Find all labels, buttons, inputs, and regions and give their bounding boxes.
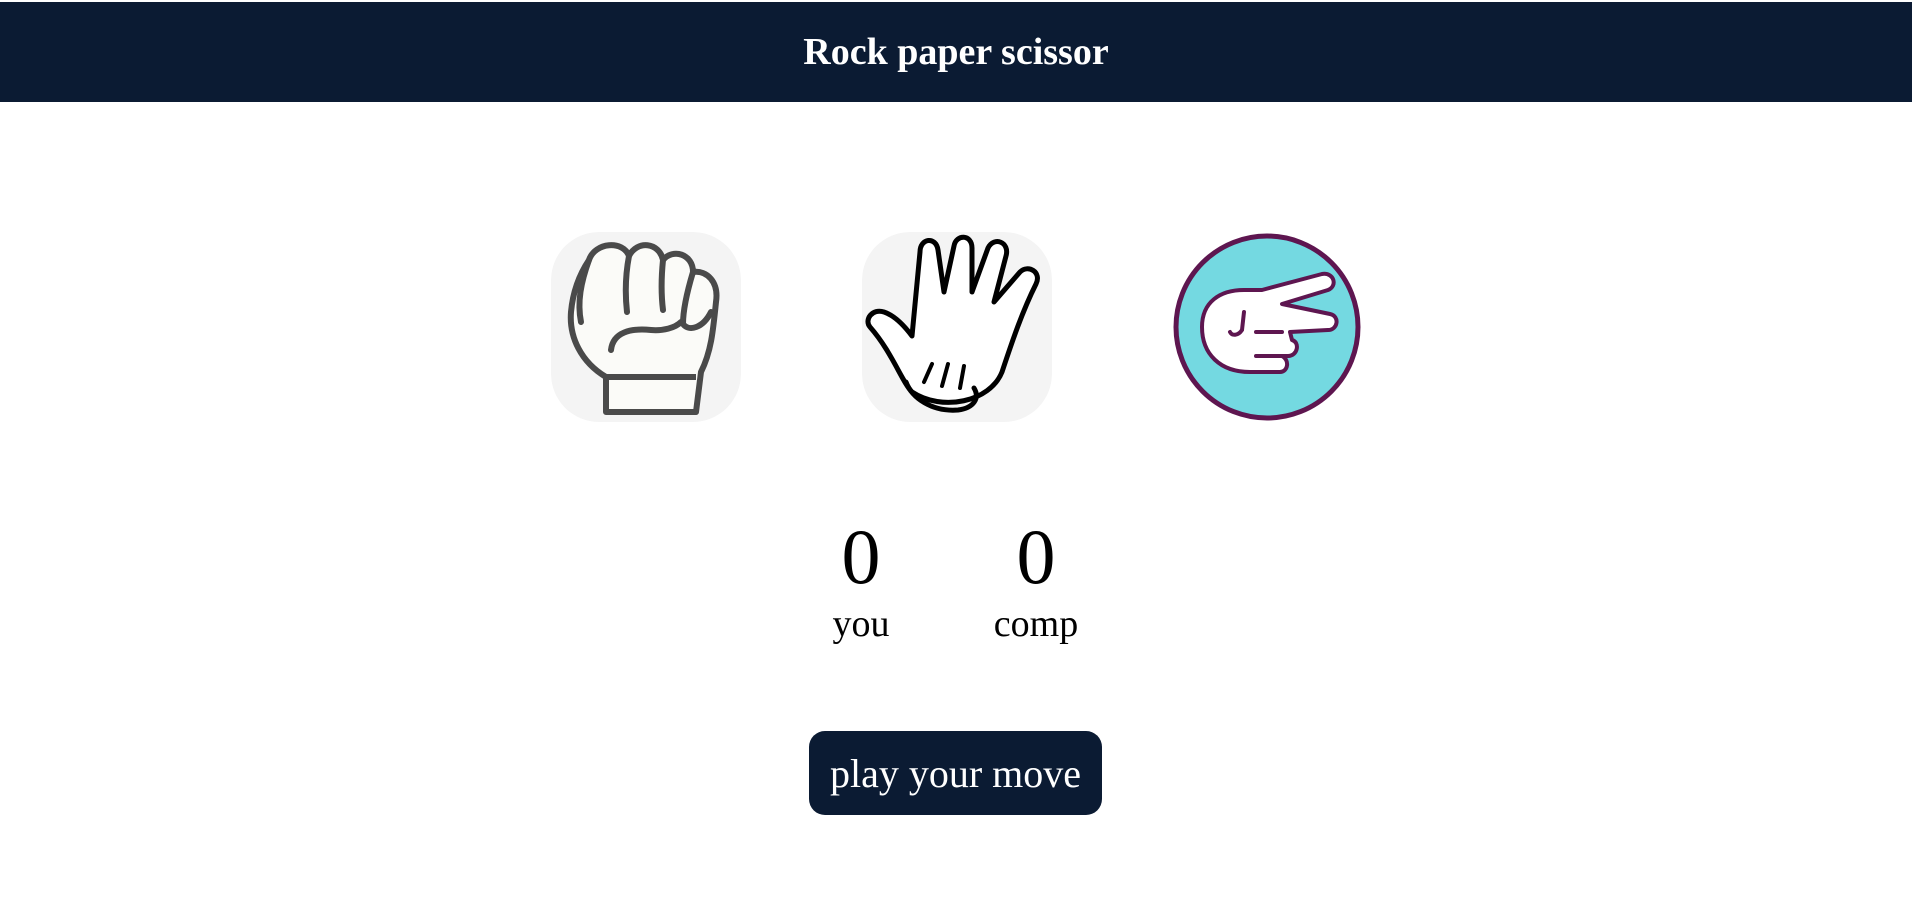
- choice-rock-button[interactable]: [551, 232, 741, 422]
- rock-fist-icon: [551, 232, 741, 422]
- choice-paper-button[interactable]: [862, 232, 1052, 422]
- user-score-value: 0: [841, 513, 881, 600]
- comp-score: 0 comp: [976, 512, 1096, 646]
- message-box: play your move: [809, 731, 1102, 815]
- user-score: 0 you: [801, 512, 921, 646]
- choice-scissor-button[interactable]: [1172, 232, 1362, 422]
- paper-hand-icon: [862, 232, 1052, 422]
- scissor-hand-icon: [1173, 233, 1361, 421]
- user-score-label: you: [832, 603, 890, 645]
- comp-score-label: comp: [993, 603, 1079, 645]
- page-title: Rock paper scissor: [803, 31, 1109, 73]
- header-bar: Rock paper scissor: [0, 2, 1912, 102]
- comp-score-value: 0: [1016, 513, 1056, 600]
